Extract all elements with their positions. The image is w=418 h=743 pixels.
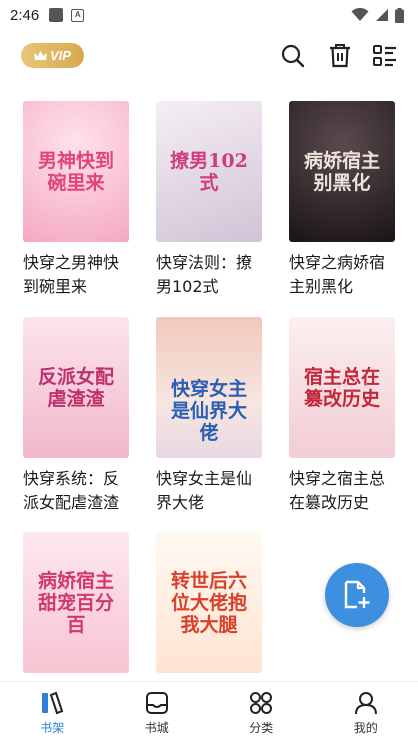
add-file-icon — [344, 580, 370, 609]
book-item[interactable]: 病娇宿主别黑化 快穿之病娇宿 主别黑化 — [289, 101, 395, 299]
book-cover: 男神快到碗里来 — [23, 101, 129, 242]
book-cover: 撩男102式 — [156, 101, 262, 242]
profile-icon — [354, 692, 377, 715]
notification-icon — [49, 8, 64, 22]
cover-title: 快穿女主是仙界大佬 — [170, 378, 247, 444]
battery-icon — [395, 7, 404, 23]
bookshelf-icon — [42, 691, 64, 715]
book-title: 快穿之病娇宿 主别黑化 — [289, 253, 386, 296]
book-cover: 反派女配虐渣渣 — [23, 317, 129, 458]
cover-title: 男神快到碗里来 — [37, 149, 114, 194]
nav-label: 书架 — [40, 721, 65, 735]
bookstore-icon — [145, 692, 168, 714]
vip-button[interactable]: VIP — [21, 43, 84, 68]
search-icon — [281, 44, 305, 68]
nav-label: 我的 — [353, 721, 378, 735]
book-cover: 转世后六位大佬抱我大腿 — [156, 532, 262, 673]
status-time: 2:46 — [10, 6, 40, 24]
list-view-button[interactable] — [372, 43, 398, 69]
crown-icon — [34, 50, 48, 60]
book-item[interactable]: 快穿女主是仙界大佬 快穿女主是仙 界大佬 — [156, 317, 262, 515]
cover-title: 反派女配虐渣渣 — [37, 365, 114, 410]
book-cover: 病娇宿主别黑化 — [289, 101, 395, 242]
cover-title: 撩男102式 — [170, 149, 248, 194]
nav-category[interactable]: 分类 — [209, 682, 314, 743]
book-item[interactable]: 反派女配虐渣渣 快穿系统：反 派女配虐渣渣 — [23, 317, 129, 515]
delete-button[interactable] — [327, 43, 353, 69]
nav-label: 书城 — [144, 721, 169, 735]
text-notification-icon: A — [71, 8, 85, 22]
book-title: 快穿法则：撩 男102式 — [156, 253, 253, 296]
book-item[interactable]: 宿主总在篡改历史 快穿之宿主总 在篡改历史 — [289, 317, 395, 515]
wifi-icon — [351, 8, 369, 21]
search-button[interactable] — [280, 43, 306, 69]
signal-icon — [376, 9, 388, 21]
nav-bookshelf[interactable]: 书架 — [0, 682, 105, 743]
list-view-icon — [373, 45, 396, 67]
book-item[interactable]: 病娇宿主甜宠百分百 — [23, 532, 129, 673]
nav-label: 分类 — [249, 721, 274, 735]
bottom-nav: 书架 书城 分类 我的 — [0, 681, 418, 743]
cover-title: 转世后六位大佬抱我大腿 — [170, 569, 247, 636]
book-item[interactable]: 撩男102式 快穿法则：撩 男102式 — [156, 101, 262, 299]
book-title: 快穿系统：反 派女配虐渣渣 — [23, 469, 120, 512]
book-cover: 病娇宿主甜宠百分百 — [23, 532, 129, 673]
book-item[interactable]: 转世后六位大佬抱我大腿 — [156, 532, 262, 673]
cover-title: 宿主总在篡改历史 — [303, 365, 380, 410]
top-bar: VIP — [0, 38, 418, 74]
nav-profile[interactable]: 我的 — [314, 682, 418, 743]
trash-icon — [330, 44, 350, 68]
book-title: 快穿女主是仙 界大佬 — [156, 469, 253, 512]
book-title: 快穿之男神快 到碗里来 — [23, 253, 120, 296]
status-bar: 2:46 A — [0, 0, 418, 30]
import-book-button[interactable] — [325, 563, 389, 627]
cover-title: 病娇宿主别黑化 — [303, 149, 380, 194]
book-title: 快穿之宿主总 在篡改历史 — [289, 469, 386, 512]
book-cover: 宿主总在篡改历史 — [289, 317, 395, 458]
book-item[interactable]: 男神快到碗里来 快穿之男神快 到碗里来 — [23, 101, 129, 299]
nav-bookstore[interactable]: 书城 — [105, 682, 210, 743]
cover-title: 病娇宿主甜宠百分百 — [37, 569, 114, 636]
book-cover: 快穿女主是仙界大佬 — [156, 317, 262, 458]
vip-label: VIP — [50, 48, 71, 63]
category-icon — [250, 692, 273, 714]
